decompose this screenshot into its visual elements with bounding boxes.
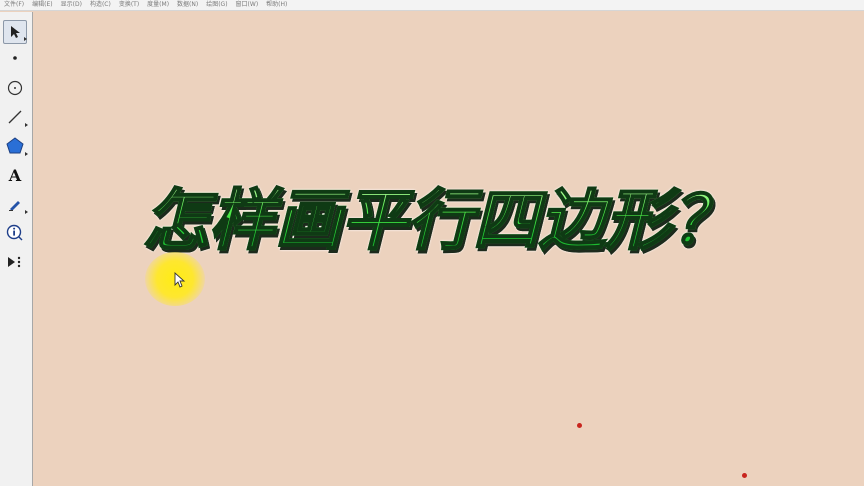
menu-display[interactable]: 显示(D) (61, 0, 82, 10)
line-segment-icon (8, 110, 22, 124)
polygon-tool[interactable] (3, 134, 28, 158)
selection-arrow-tool[interactable] (3, 20, 27, 44)
straightedge-tool[interactable] (3, 105, 28, 129)
point-tool[interactable] (3, 46, 27, 70)
menu-number[interactable]: 数据(N) (177, 0, 198, 10)
menu-help[interactable]: 帮助(H) (266, 0, 287, 10)
menu-graph[interactable]: 绘图(G) (206, 0, 227, 10)
menu-construct[interactable]: 构造(C) (90, 0, 111, 10)
marker-tool[interactable] (3, 192, 28, 216)
information-tool[interactable] (3, 221, 27, 245)
circle-icon (7, 80, 23, 96)
pen-icon (9, 201, 20, 211)
arrow-pointer-icon (11, 26, 20, 38)
menu-measure[interactable]: 度量(M) (147, 0, 169, 10)
menu-bar: 文件(F) 编辑(E) 显示(D) 构造(C) 变换(T) 度量(M) 数据(N… (0, 0, 864, 11)
video-title: 怎样画平行四边形？ (142, 182, 738, 259)
menu-window[interactable]: 窗口(W) (236, 0, 259, 10)
text-tool[interactable]: A (3, 163, 27, 187)
menu-transform[interactable]: 变换(T) (119, 0, 139, 10)
info-icon (6, 224, 23, 241)
menu-file[interactable]: 文件(F) (4, 0, 24, 10)
compass-tool[interactable] (3, 76, 27, 100)
point[interactable] (577, 423, 582, 428)
play-more-icon (8, 256, 21, 268)
tool-palette: A (0, 12, 33, 486)
pentagon-icon (6, 137, 24, 154)
custom-tool[interactable] (3, 250, 27, 274)
point-icon (13, 56, 17, 60)
letter-a-icon: A (8, 165, 22, 185)
mouse-cursor-icon (174, 272, 186, 288)
menu-edit[interactable]: 编辑(E) (32, 0, 52, 10)
point[interactable] (742, 473, 747, 478)
title-overlay: 怎样画平行四边形？ (90, 176, 790, 266)
